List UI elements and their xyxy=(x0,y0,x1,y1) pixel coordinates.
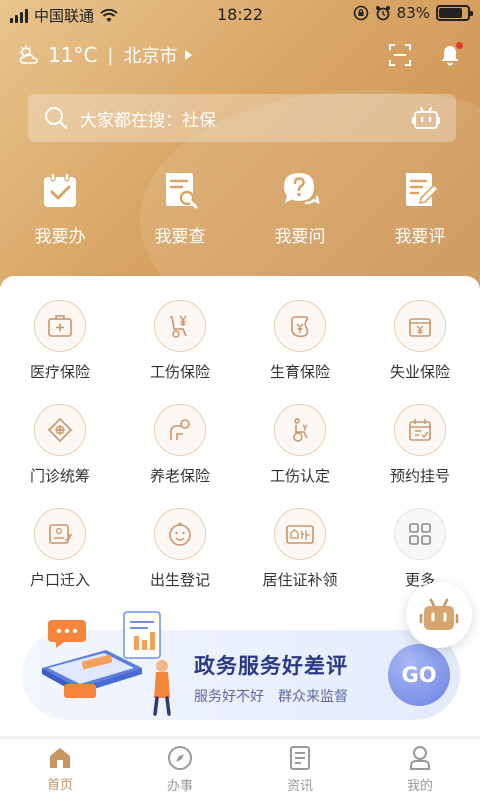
baby-bottle-icon xyxy=(291,316,309,338)
search-placeholder: 大家都在搜：社保 xyxy=(80,110,216,131)
briefcase-yen-icon xyxy=(409,318,431,337)
search-bar[interactable]: 大家都在搜：社保 xyxy=(28,94,456,142)
city-name: 北京市 xyxy=(123,46,178,67)
wheelchair-icon xyxy=(293,418,308,442)
quick-actions: 我要办 我要查 我要问 我要评 xyxy=(0,170,480,247)
appointment-icon xyxy=(409,419,431,441)
residence-card-icon xyxy=(286,525,314,544)
compass-icon xyxy=(168,746,192,770)
service-medical-insurance[interactable]: 医疗保险 xyxy=(0,300,120,382)
quick-action-label: 我要问 xyxy=(274,227,326,247)
caret-right-icon xyxy=(184,50,192,60)
household-id-icon xyxy=(49,524,73,544)
location-header: 11°C | 北京市 xyxy=(18,38,463,72)
alarm-icon xyxy=(375,6,390,21)
service-appointment[interactable]: 预约挂号 xyxy=(360,404,480,486)
document-search-icon xyxy=(166,173,198,209)
weather-widget: 11°C xyxy=(18,43,97,67)
quick-action-label: 我要评 xyxy=(394,227,446,247)
service-label: 预约挂号 xyxy=(389,467,450,485)
robot-assistant-button[interactable] xyxy=(406,582,472,648)
service-residence-card-reissue[interactable]: 居住证补领 xyxy=(240,508,360,590)
robot-icon xyxy=(419,598,459,630)
header-divider: | xyxy=(107,44,114,66)
service-label: 医疗保险 xyxy=(29,363,90,381)
user-icon xyxy=(410,746,430,770)
service-birth-registration[interactable]: 出生登记 xyxy=(120,508,240,590)
quick-action-ping[interactable]: 我要评 xyxy=(360,170,480,247)
bottom-tab-bar: 首页 办事 资讯 我的 xyxy=(0,738,480,800)
service-label: 工伤保险 xyxy=(149,363,210,381)
service-maternity-insurance[interactable]: 生育保险 xyxy=(240,300,360,382)
quick-action-ban[interactable]: 我要办 xyxy=(0,170,120,247)
calendar-check-icon xyxy=(44,172,76,207)
banner-subtitle: 服务好不好 群众来监督 xyxy=(194,689,348,705)
medical-kit-icon xyxy=(48,315,72,337)
service-pension-insurance[interactable]: 养老保险 xyxy=(120,404,240,486)
service-work-injury-insurance[interactable]: 工伤保险 xyxy=(120,300,240,382)
go-button[interactable]: GO xyxy=(388,644,450,706)
wheelchair-yen-icon xyxy=(170,315,187,338)
tab-services[interactable]: 办事 xyxy=(120,739,240,800)
review-banner[interactable]: 政务服务好差评 服务好不好 群众来监督 GO xyxy=(22,611,460,720)
tab-profile[interactable]: 我的 xyxy=(360,739,480,800)
service-outpatient-pooling[interactable]: 门诊统筹 xyxy=(0,404,120,486)
service-label: 失业保险 xyxy=(389,363,450,381)
tab-news[interactable]: 资讯 xyxy=(240,739,360,800)
search-icon xyxy=(45,107,68,130)
scan-button[interactable] xyxy=(388,43,412,67)
quick-action-cha[interactable]: 我要查 xyxy=(120,170,240,247)
elderly-icon xyxy=(170,419,190,440)
service-more[interactable]: 更多 xyxy=(360,508,480,590)
temperature: 11°C xyxy=(48,43,98,67)
notification-dot xyxy=(456,42,463,49)
tab-label: 我的 xyxy=(406,779,433,794)
battery-percent: 83% xyxy=(396,4,430,22)
document-edit-icon xyxy=(406,173,440,206)
services-card: 医疗保险 工伤保险 生育保险 失业保险 门诊统筹 养老保险 工伤认定 预约挂号 … xyxy=(0,276,480,736)
quick-action-wen[interactable]: 我要问 xyxy=(240,170,360,247)
service-label: 出生登记 xyxy=(149,571,210,589)
clinic-cross-icon xyxy=(47,417,73,443)
service-label: 工伤认定 xyxy=(269,467,330,485)
banner-illustration xyxy=(42,611,171,716)
grid-more-icon xyxy=(409,523,431,545)
baby-face-icon xyxy=(169,522,191,546)
quick-action-label: 我要办 xyxy=(34,227,86,247)
tab-home[interactable]: 首页 xyxy=(0,739,120,800)
service-label: 户口迁入 xyxy=(29,571,90,589)
notification-button[interactable] xyxy=(438,42,463,67)
home-icon xyxy=(50,748,70,768)
service-label: 居住证补领 xyxy=(262,571,338,589)
rotation-lock-icon xyxy=(353,5,368,21)
tab-label: 首页 xyxy=(46,778,73,793)
scan-icon xyxy=(389,44,411,66)
service-household-transfer[interactable]: 户口迁入 xyxy=(0,508,120,590)
quick-action-label: 我要查 xyxy=(154,227,206,247)
service-label: 门诊统筹 xyxy=(29,467,90,485)
services-grid: 医疗保险 工伤保险 生育保险 失业保险 门诊统筹 养老保险 工伤认定 预约挂号 … xyxy=(0,300,480,590)
tab-label: 办事 xyxy=(166,779,193,794)
service-work-injury-certification[interactable]: 工伤认定 xyxy=(240,404,360,486)
cloudy-sun-icon xyxy=(19,45,38,64)
battery-icon xyxy=(436,5,473,21)
question-chat-icon xyxy=(284,173,320,205)
news-icon xyxy=(290,746,310,770)
service-unemployment-insurance[interactable]: 失业保险 xyxy=(360,300,480,382)
city-selector[interactable]: 北京市 xyxy=(124,42,192,68)
service-label: 养老保险 xyxy=(149,467,210,485)
banner-title: 政务服务好差评 xyxy=(194,654,348,678)
service-label: 生育保险 xyxy=(269,363,330,381)
status-bar: 中国联通 18:22 83% xyxy=(0,0,480,30)
tab-label: 资讯 xyxy=(286,779,313,794)
robot-assistant-icon[interactable] xyxy=(412,105,440,131)
